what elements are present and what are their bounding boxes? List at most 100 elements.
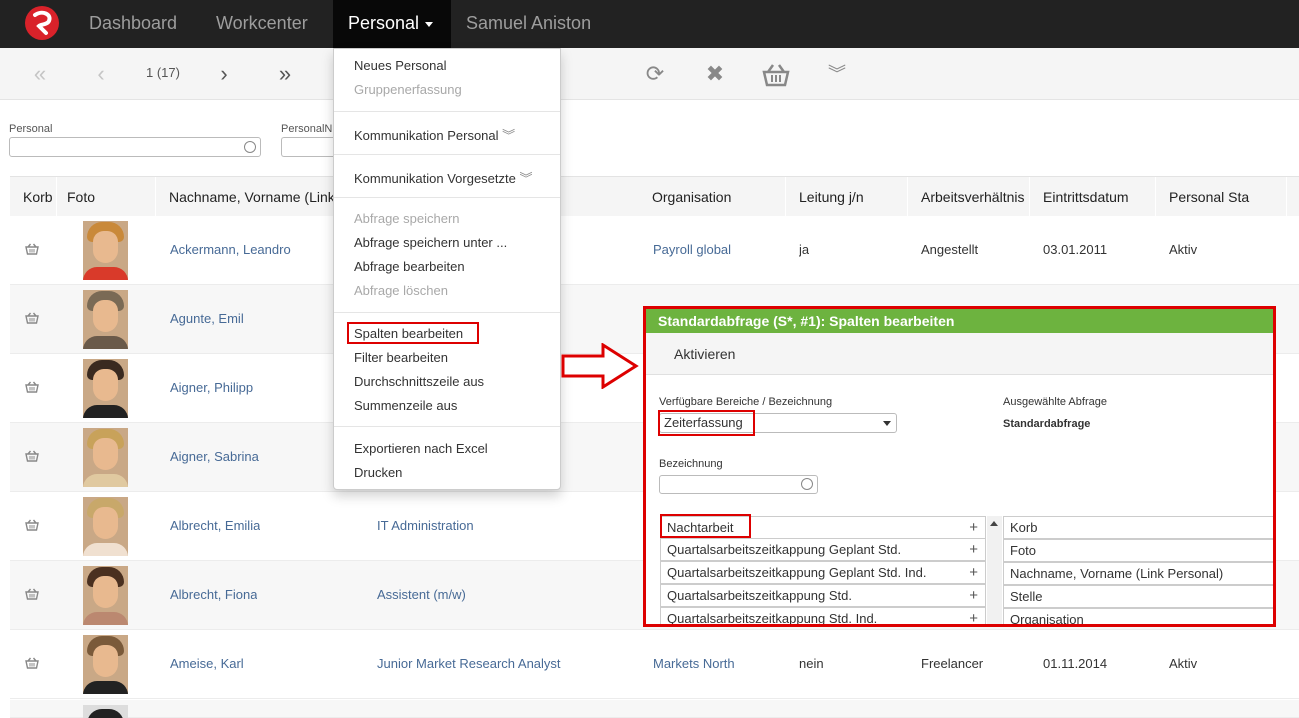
menu-drucken[interactable]: Drucken — [354, 465, 402, 480]
cell-organisation[interactable]: Payroll global — [653, 216, 731, 284]
avatar — [83, 705, 128, 718]
selected-item[interactable]: Organisation — [1004, 608, 1273, 624]
cell-name[interactable]: Albrecht, Emilia — [170, 492, 260, 560]
cell-stelle[interactable]: Junior Market Research Analyst — [377, 630, 639, 698]
nav-user[interactable]: Samuel Aniston — [451, 0, 606, 48]
menu-kommunikation-vorgesetzte[interactable]: Kommunikation Vorgesetzte ︾ — [354, 168, 533, 187]
plus-icon[interactable]: + — [969, 585, 978, 606]
col-status[interactable]: Personal Sta — [1157, 177, 1287, 217]
menu-label: Kommunikation Personal — [354, 128, 499, 143]
table-row[interactable]: Ackermann, Leandro Payroll global ja Angest… — [10, 216, 1299, 285]
panel-title: Standardabfrage (S*, #1): Spalten bearbe… — [646, 309, 1273, 333]
col-name[interactable]: Nachname, Vorname (Link — [157, 177, 340, 217]
menu-exportieren-excel[interactable]: Exportieren nach Excel — [354, 441, 488, 456]
col-eintritt[interactable]: Eintrittsdatum — [1031, 177, 1156, 217]
col-foto[interactable]: Foto — [57, 177, 156, 217]
menu-divider — [334, 197, 560, 198]
item-label: Quartalsarbeitszeitkappung Geplant Std. … — [667, 565, 927, 580]
arrow-right-icon — [561, 343, 639, 389]
basket-icon[interactable] — [25, 312, 39, 324]
basket-icon[interactable] — [25, 657, 39, 669]
avatar[interactable] — [83, 221, 128, 280]
available-item[interactable]: Quartalsarbeitszeitkappung Geplant Std. … — [661, 561, 986, 584]
bezeichnung-input[interactable] — [659, 475, 818, 494]
menu-durchschnittszeile[interactable]: Durchschnittszeile aus — [354, 374, 484, 389]
menu-abfrage-loeschen: Abfrage löschen — [354, 283, 448, 298]
available-item[interactable]: Quartalsarbeitszeitkappung Std. Ind. + — [661, 607, 986, 626]
cell-status: Aktiv — [1169, 242, 1198, 257]
basket-icon[interactable] — [25, 450, 39, 462]
close-icon[interactable]: ✖ — [700, 48, 730, 100]
available-item[interactable]: Quartalsarbeitszeitkappung Geplant Std. + — [661, 538, 986, 561]
bezeichnung-label: Bezeichnung — [659, 458, 723, 470]
col-organisation[interactable]: Organisation — [640, 177, 786, 217]
selected-item[interactable]: Foto — [1004, 539, 1273, 562]
col-arbeitsverhaeltnis[interactable]: Arbeitsverhältnis — [909, 177, 1030, 217]
double-down-icon[interactable]: ︾ — [822, 48, 852, 100]
selected-item[interactable]: Stelle — [1004, 585, 1273, 608]
refresh-icon[interactable]: ⟳ — [640, 48, 670, 100]
col-leitung[interactable]: Leitung j/n — [787, 177, 908, 217]
menu-abfrage-bearbeiten[interactable]: Abfrage bearbeiten — [354, 259, 465, 274]
right-icon[interactable]: › — [209, 48, 239, 100]
cell-name[interactable]: Aigner, Sabrina — [170, 423, 259, 491]
left-icon[interactable]: ‹ — [86, 48, 116, 100]
avatar[interactable] — [83, 635, 128, 694]
menu-kommunikation-personal[interactable]: Kommunikation Personal ︾ — [354, 125, 515, 144]
menu-abfrage-speichern: Abfrage speichern — [354, 211, 460, 226]
plus-icon[interactable]: + — [969, 517, 978, 538]
table-row[interactable]: Ameise, Karl Junior Market Research Analy… — [10, 630, 1299, 699]
double-left-icon[interactable]: « — [25, 48, 55, 100]
cell-name[interactable]: Ameise, Karl — [170, 630, 244, 698]
cell-stelle[interactable]: IT Administration — [377, 492, 639, 560]
filter-personalnr-input[interactable] — [281, 137, 333, 157]
plus-icon[interactable]: + — [969, 539, 978, 560]
app-logo-icon[interactable] — [25, 6, 59, 40]
double-right-icon[interactable]: » — [270, 48, 300, 100]
menu-summenzeile[interactable]: Summenzeile aus — [354, 398, 457, 413]
basket-icon[interactable] — [25, 381, 39, 393]
selected-value: Standardabfrage — [1003, 418, 1091, 430]
menu-spalten-bearbeiten[interactable]: Spalten bearbeiten — [354, 326, 463, 341]
selected-item[interactable]: Nachname, Vorname (Link Personal) — [1004, 562, 1273, 585]
plus-icon[interactable]: + — [969, 608, 978, 624]
cell-stelle[interactable]: Assistent (m/w) — [377, 561, 639, 629]
item-label: Quartalsarbeitszeitkappung Geplant Std. — [667, 542, 902, 557]
cell-name[interactable]: Aigner, Philipp — [170, 354, 253, 422]
col-korb[interactable]: Korb — [10, 177, 57, 217]
basket-icon[interactable] — [25, 519, 39, 531]
basket-icon[interactable] — [761, 48, 791, 100]
cell-eintritt: 01.11.2014 — [1043, 656, 1108, 671]
menu-neues-personal[interactable]: Neues Personal — [354, 58, 447, 73]
search-icon — [244, 141, 256, 153]
avatar[interactable] — [83, 359, 128, 418]
basket-icon[interactable] — [25, 588, 39, 600]
basket-icon[interactable] — [25, 243, 39, 255]
avatar[interactable] — [83, 290, 128, 349]
menu-filter-bearbeiten[interactable]: Filter bearbeiten — [354, 350, 448, 365]
menu-label: Kommunikation Vorgesetzte — [354, 171, 516, 186]
selected-label: Ausgewählte Abfrage — [1003, 396, 1107, 408]
table-row[interactable] — [10, 700, 1299, 718]
nav-dashboard[interactable]: Dashboard — [74, 0, 192, 48]
menu-abfrage-speichern-unter[interactable]: Abfrage speichern unter ... — [354, 235, 507, 250]
menu-divider — [334, 312, 560, 313]
cell-organisation[interactable]: Markets North — [653, 630, 735, 698]
nav-personal[interactable]: Personal — [333, 0, 451, 48]
activate-button[interactable]: Aktivieren — [674, 333, 735, 375]
list-scrollbar[interactable] — [987, 516, 1002, 624]
scroll-up-icon[interactable] — [990, 521, 998, 526]
filter-personal-input[interactable] — [9, 137, 261, 157]
item-label: Quartalsarbeitszeitkappung Std. Ind. — [667, 611, 878, 626]
cell-name[interactable]: Agunte, Emil — [170, 285, 244, 353]
avatar[interactable] — [83, 428, 128, 487]
plus-icon[interactable]: + — [969, 562, 978, 583]
nav-workcenter[interactable]: Workcenter — [201, 0, 323, 48]
avatar[interactable] — [83, 566, 128, 625]
double-chevron-down-icon: ︾ — [502, 128, 516, 143]
cell-name[interactable]: Albrecht, Fiona — [170, 561, 257, 629]
avatar[interactable] — [83, 497, 128, 556]
selected-item[interactable]: Korb — [1004, 516, 1273, 539]
available-item[interactable]: Quartalsarbeitszeitkappung Std. + — [661, 584, 986, 607]
cell-name[interactable]: Ackermann, Leandro — [170, 216, 291, 284]
